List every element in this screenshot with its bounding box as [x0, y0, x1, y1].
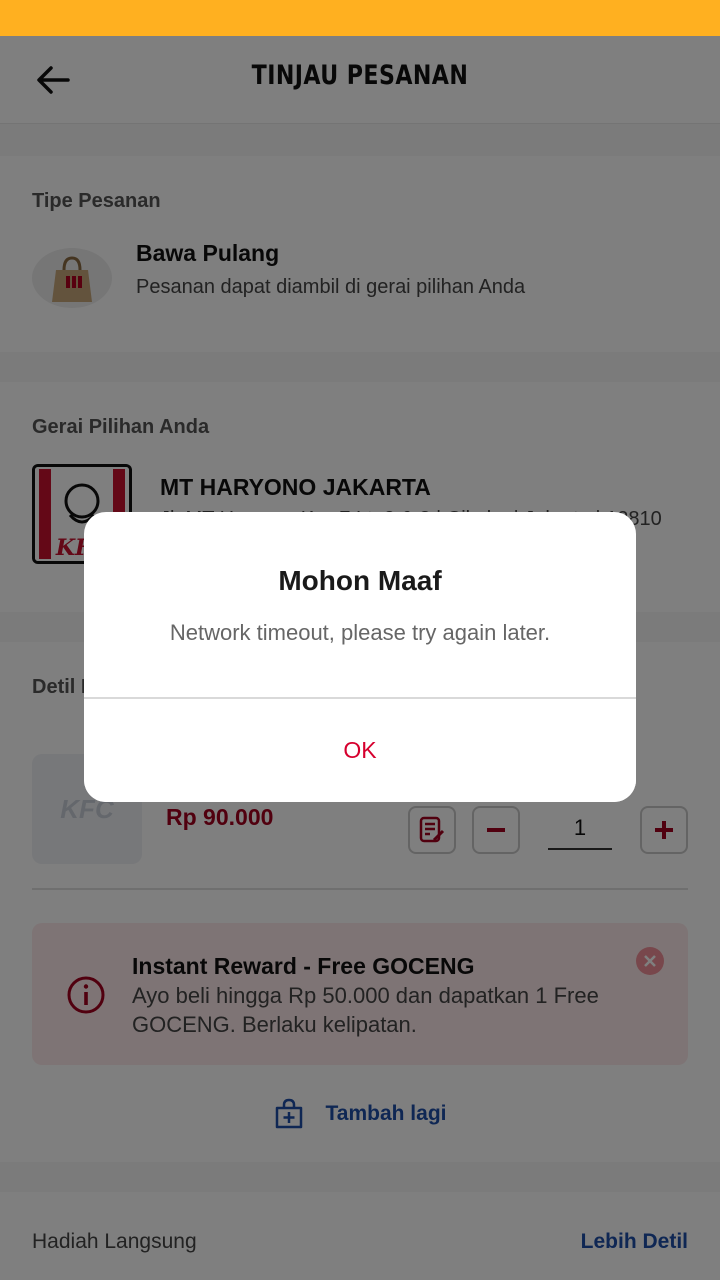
status-bar	[0, 0, 720, 36]
error-dialog: Mohon Maaf Network timeout, please try a…	[84, 512, 636, 802]
ok-button[interactable]: OK	[84, 699, 636, 802]
dialog-title: Mohon Maaf	[278, 565, 442, 596]
dialog-message: Network timeout, please try again later.	[169, 620, 551, 645]
